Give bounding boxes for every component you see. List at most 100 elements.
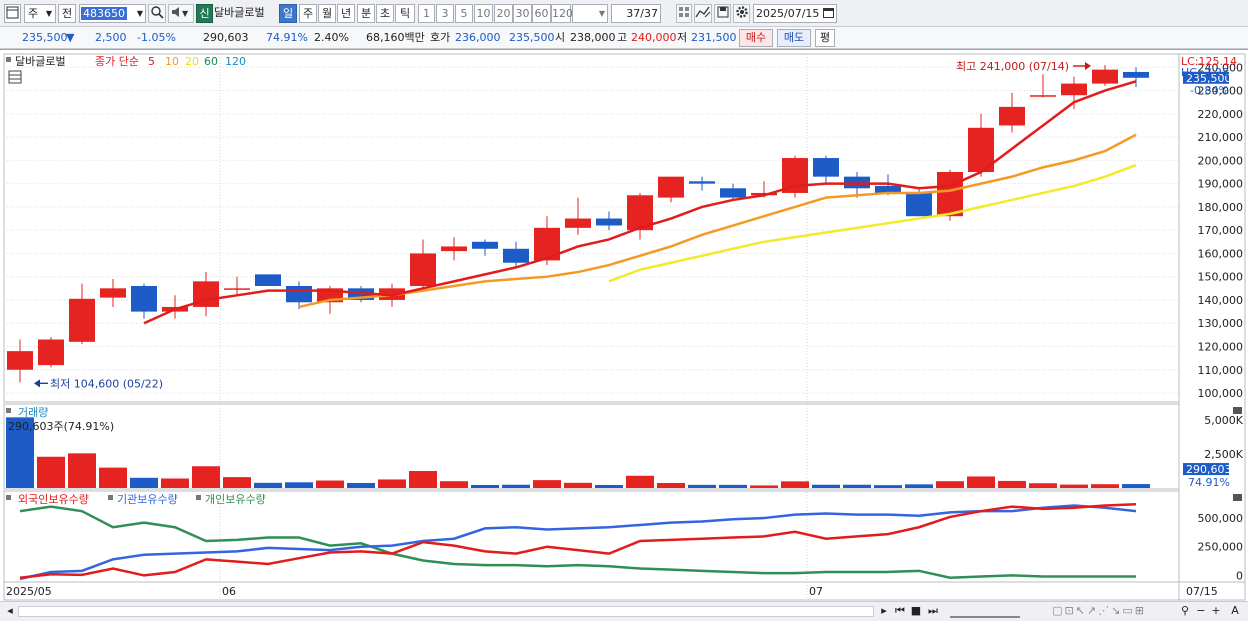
current-pct-value: -0.84%: [1190, 84, 1229, 97]
turnover-percent: 2.40%: [314, 31, 349, 44]
tab-num-5[interactable]: 5: [455, 4, 473, 23]
period-select[interactable]: 주 ▼: [24, 4, 56, 23]
candle-body: [441, 246, 467, 252]
count-display: 37/37: [611, 4, 661, 23]
calendar-icon[interactable]: [823, 8, 834, 18]
candle-body: [565, 218, 591, 228]
foreign-legend: 외국인보유수량: [18, 493, 89, 506]
legend-ma10: 10: [165, 55, 179, 68]
chart-area[interactable]: 최고 241,000 (07/14) 최저 104,600 (05/22) 100…: [0, 49, 1248, 601]
chevron-down-icon: ▼: [45, 9, 52, 18]
legend-title: 달바글로벌: [15, 55, 66, 68]
volume-bar: [812, 484, 840, 488]
table-icon[interactable]: [8, 70, 22, 84]
x-label-june: 06: [222, 585, 236, 598]
x-label-july: 07: [809, 585, 823, 598]
zoom-icon[interactable]: ⚲: [1178, 604, 1192, 619]
volume-bar: [936, 481, 964, 488]
layout-icon[interactable]: [4, 4, 21, 23]
chevron-down-icon: ▼: [598, 9, 605, 18]
volume-bar: [254, 482, 282, 488]
tab-minute[interactable]: 분: [357, 4, 375, 23]
tab-day[interactable]: 일: [279, 4, 297, 23]
tab-second[interactable]: 초: [376, 4, 394, 23]
candle-body: [472, 241, 498, 249]
volume-bar: [626, 475, 654, 488]
chevron-down-icon[interactable]: ▼: [137, 5, 143, 22]
interval-dropdown[interactable]: ▼: [572, 4, 608, 23]
tab-month[interactable]: 월: [318, 4, 336, 23]
tab-week[interactable]: 주: [299, 4, 317, 23]
scroll-right-icon[interactable]: ▸: [878, 604, 890, 619]
tab-year[interactable]: 년: [337, 4, 355, 23]
change-percent: -1.05%: [137, 31, 176, 44]
candle-body: [999, 106, 1025, 126]
zoom-out-button[interactable]: −: [1194, 604, 1208, 619]
new-listing-badge: 신: [196, 4, 213, 23]
hc-label: HC:-2.28: [1181, 66, 1229, 79]
volume-bar: [285, 482, 313, 488]
sell-button[interactable]: 매도: [777, 29, 811, 47]
indiv-legend: 개인보유수량: [205, 493, 266, 506]
x-label-end: 07/15: [1186, 585, 1218, 598]
tab-num-30[interactable]: 30: [513, 4, 532, 23]
stop-icon[interactable]: ■: [910, 604, 922, 619]
volume-bar: [874, 485, 902, 488]
candle-body: [38, 339, 64, 366]
tab-tick[interactable]: 틱: [395, 4, 415, 23]
bid-price: 236,000: [455, 31, 501, 44]
auto-scale-button[interactable]: A: [1228, 604, 1242, 619]
volume-panel: [3, 403, 1180, 490]
tab-num-120[interactable]: 120: [551, 4, 573, 23]
date-input[interactable]: 2025/07/15: [753, 4, 837, 23]
volume-bar: [688, 484, 716, 488]
price-tick-label: 210,000: [1198, 131, 1244, 144]
zoom-in-button[interactable]: +: [1210, 604, 1222, 619]
close-icon[interactable]: [1233, 494, 1242, 501]
tab-num-3[interactable]: 3: [436, 4, 454, 23]
candle-body: [1092, 69, 1118, 84]
grid-icon[interactable]: [676, 4, 692, 23]
search-icon[interactable]: [148, 4, 166, 23]
save-icon[interactable]: [714, 4, 731, 23]
period-select-value: 주: [28, 7, 39, 20]
candle-body: [1030, 95, 1056, 97]
drawing-tools-icon[interactable]: ▢⊡↖↗⋰↘▭⊞: [1024, 604, 1174, 619]
chart-svg[interactable]: 최고 241,000 (07/14)최저 104,600 (05/22) 100…: [0, 50, 1248, 602]
volume-bar: [564, 482, 592, 488]
volume-bar: [905, 484, 933, 488]
price-tick-label: 150,000: [1198, 271, 1244, 284]
volume-bar: [316, 480, 344, 488]
candle-body: [100, 288, 126, 298]
scroll-left-icon[interactable]: ◂: [4, 604, 16, 619]
buy-button[interactable]: 매수: [739, 29, 773, 47]
legend-marker: [6, 57, 11, 62]
fast-forward-icon[interactable]: ⏭: [926, 604, 940, 619]
volume-bar: [1060, 484, 1088, 488]
gear-icon[interactable]: [733, 4, 750, 23]
trend-icon[interactable]: [694, 4, 712, 23]
horizontal-scrollbar[interactable]: [18, 606, 874, 617]
speed-slider[interactable]: [950, 605, 1020, 618]
candle-body: [689, 181, 715, 184]
tab-num-1[interactable]: 1: [418, 4, 435, 23]
prev-button[interactable]: 전: [58, 4, 76, 23]
speaker-icon[interactable]: ▼: [168, 4, 194, 23]
tab-num-60[interactable]: 60: [532, 4, 551, 23]
legend-marker: [6, 495, 11, 500]
volume-bar: [1122, 484, 1150, 488]
stock-code-input[interactable]: 483650 ▼: [79, 4, 146, 23]
volume-bar: [37, 456, 65, 488]
toolbar: 주 ▼ 전 483650 ▼ ▼ 신 달바글로벌 일 주 월 년 분 초 틱 1…: [0, 0, 1248, 27]
tab-num-10[interactable]: 10: [474, 4, 493, 23]
candle-body: [410, 253, 436, 286]
volume-bar: [471, 485, 499, 488]
close-icon[interactable]: [1233, 407, 1242, 414]
rewind-icon[interactable]: ⏮: [893, 604, 907, 619]
legend-ma20: 20: [185, 55, 199, 68]
candle-body: [937, 172, 963, 217]
evaluate-button[interactable]: 평: [815, 29, 835, 47]
open-label: 시: [555, 31, 566, 44]
tab-num-20[interactable]: 20: [494, 4, 513, 23]
volume-legend: 거래량: [18, 406, 48, 419]
